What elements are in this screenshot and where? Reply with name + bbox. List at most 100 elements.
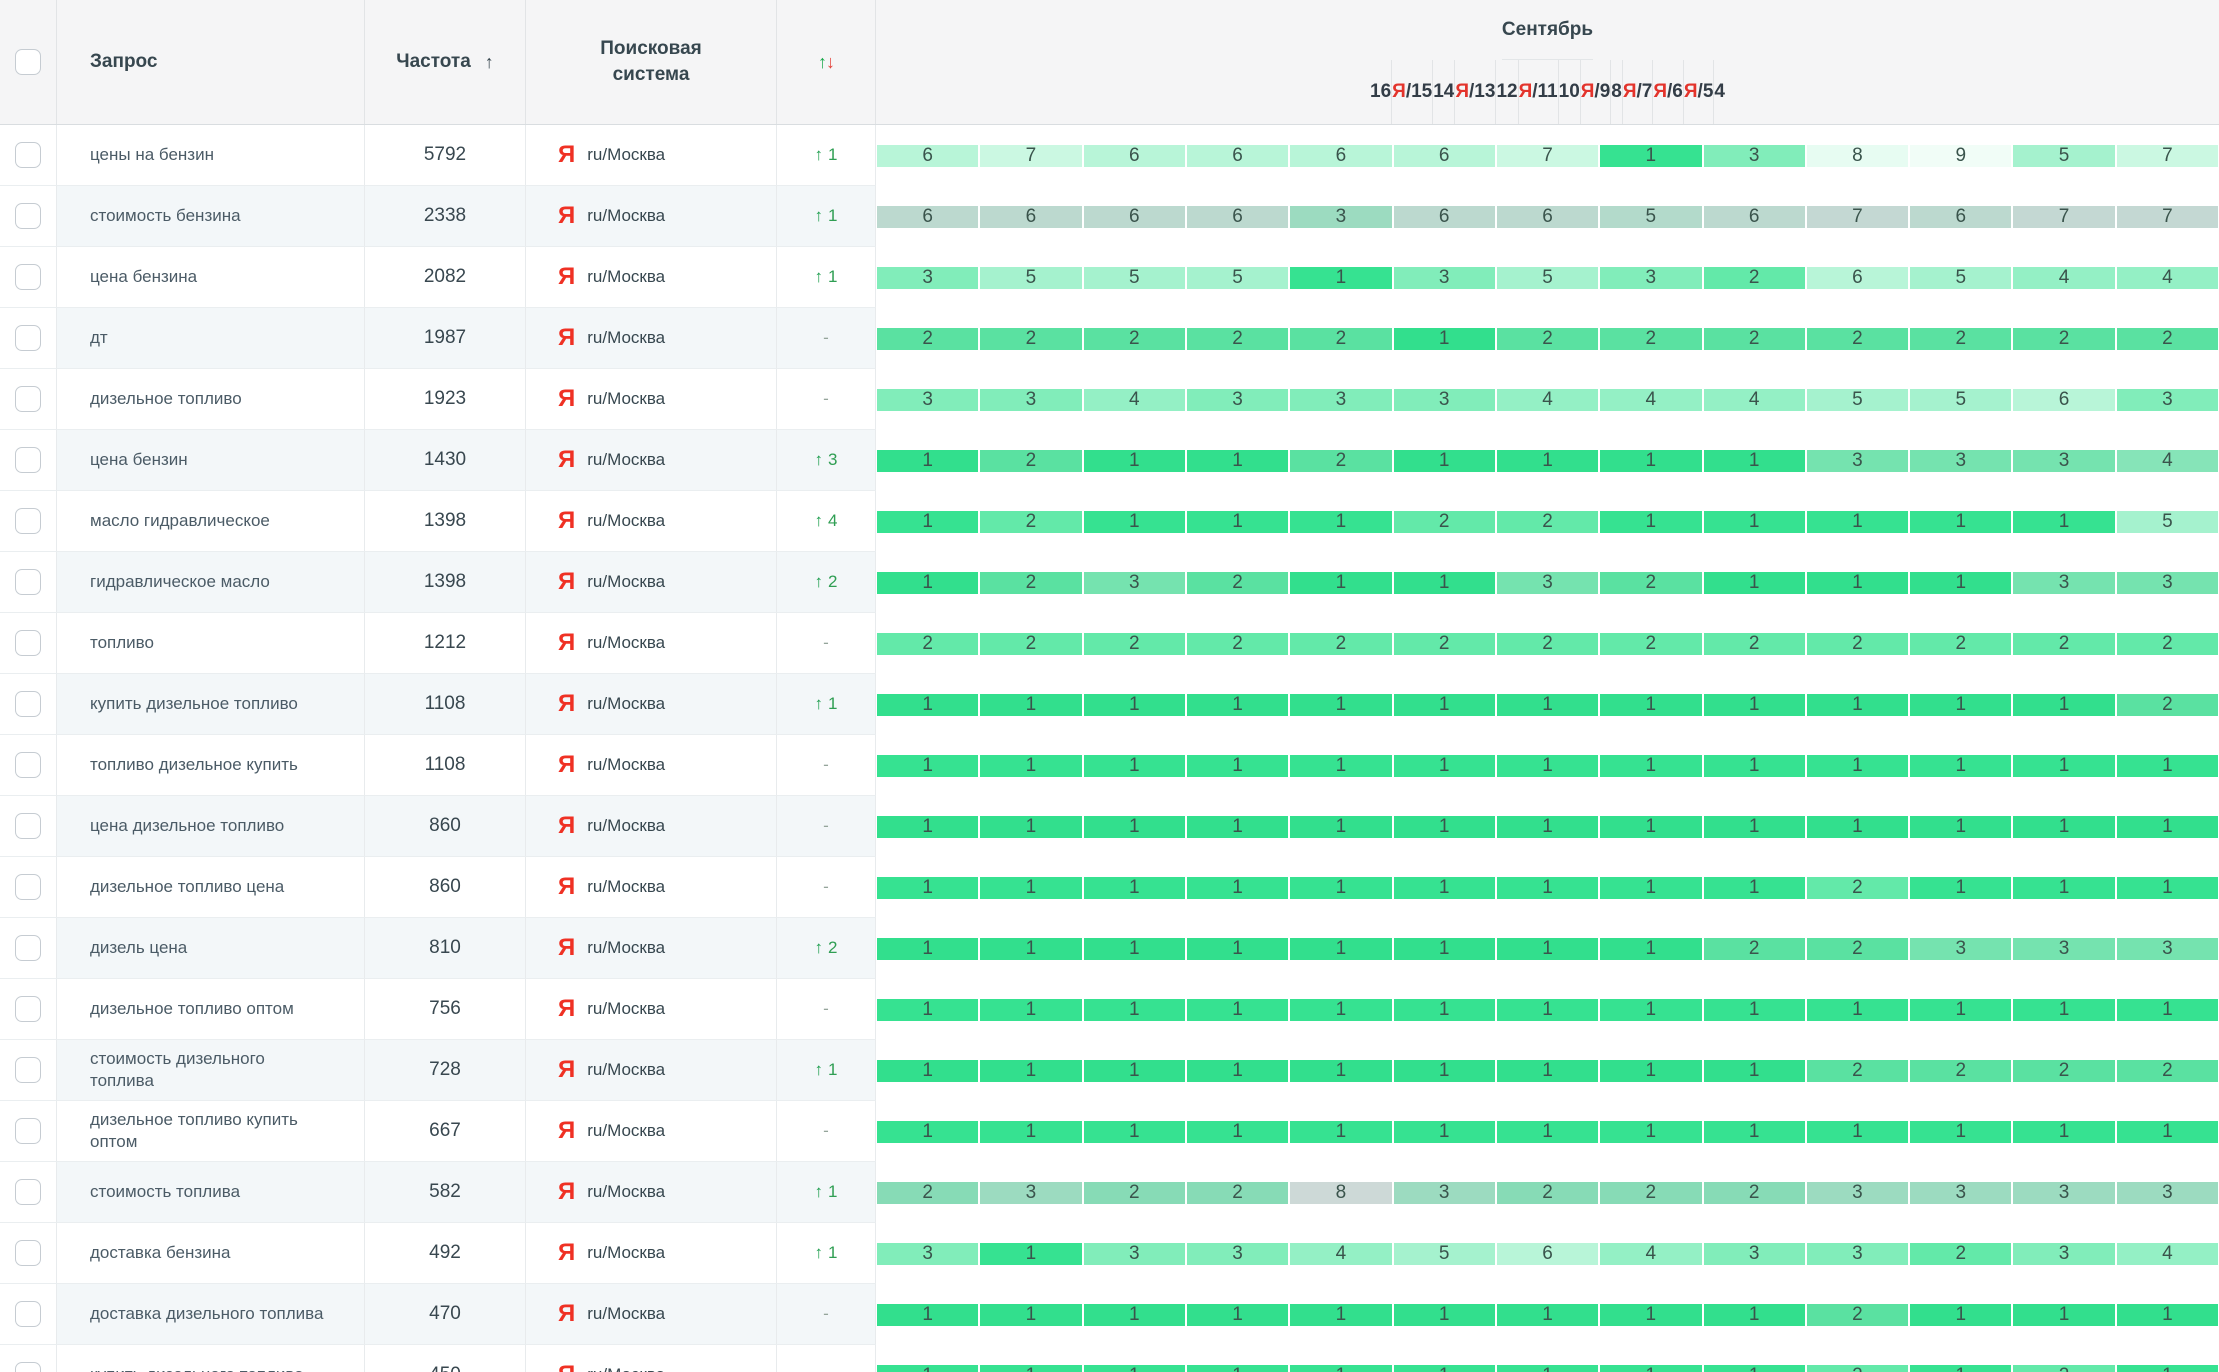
region-label: ru/Москва (587, 267, 665, 287)
row-checkbox[interactable] (15, 203, 41, 229)
rank-change-value: 1 (828, 1243, 837, 1263)
yandex-icon: Я (558, 265, 575, 289)
position-cell: 1 (877, 1060, 978, 1082)
change-cell: - (777, 979, 876, 1040)
position-cell: 1 (1290, 572, 1391, 594)
header-change[interactable]: ↑ ↓ (777, 0, 876, 124)
position-cell: 2 (877, 328, 978, 350)
header-frequency[interactable]: Частота ↑ (365, 0, 526, 124)
position-cell: 1 (1394, 694, 1495, 716)
position-cell: 3 (1394, 267, 1495, 289)
query-text[interactable]: дизель цена (90, 937, 187, 959)
position-cell: 1 (1084, 1365, 1185, 1372)
row-checkbox-cell (0, 552, 57, 613)
row-checkbox[interactable] (15, 264, 41, 290)
query-cell: дт (57, 308, 365, 369)
frequency-cell: 2082 (365, 247, 526, 308)
query-text[interactable]: купить дизельное топливо (90, 693, 298, 715)
position-cell: 3 (1084, 1243, 1185, 1265)
query-text[interactable]: цена дизельное топливо (90, 815, 284, 837)
frequency-cell: 810 (365, 918, 526, 979)
row-checkbox-cell (0, 979, 57, 1040)
rank-change-value: 3 (828, 450, 837, 470)
position-cell: 1 (1187, 1060, 1288, 1082)
sort-ascending-icon[interactable]: ↑ (485, 52, 494, 73)
position-cell: 1 (877, 938, 978, 960)
position-cell: 1 (1394, 572, 1495, 594)
row-checkbox[interactable] (15, 630, 41, 656)
row-checkbox[interactable] (15, 1179, 41, 1205)
row-checkbox[interactable] (15, 386, 41, 412)
row-checkbox[interactable] (15, 752, 41, 778)
yandex-icon: Я (558, 1119, 575, 1143)
query-text[interactable]: дизельное топливо купить оптом (90, 1109, 327, 1153)
no-change-dash: - (823, 877, 829, 897)
position-cell: 1 (1600, 755, 1701, 777)
frequency-column-label: Частота (396, 51, 471, 73)
query-cell: дизель цена (57, 918, 365, 979)
query-text[interactable]: цены на бензин (90, 144, 214, 166)
row-checkbox[interactable] (15, 935, 41, 961)
query-text[interactable]: цена бензина (90, 266, 197, 288)
search-engine-cell: Я ru/Москва (526, 186, 777, 247)
row-checkbox[interactable] (15, 874, 41, 900)
query-text[interactable]: доставка бензина (90, 1242, 230, 1264)
no-change-dash: - (823, 1365, 829, 1372)
row-checkbox[interactable] (15, 447, 41, 473)
position-cell: 1 (980, 1060, 1081, 1082)
query-text[interactable]: дизельное топливо (90, 388, 242, 410)
row-checkbox[interactable] (15, 1057, 41, 1083)
query-text[interactable]: гидравлическое масло (90, 571, 270, 593)
row-checkbox[interactable] (15, 142, 41, 168)
row-checkbox[interactable] (15, 691, 41, 717)
position-cell: 7 (2117, 206, 2218, 228)
position-cell: 1 (2117, 1304, 2218, 1326)
position-cell: 3 (2117, 389, 2218, 411)
row-checkbox[interactable] (15, 1118, 41, 1144)
rank-up-arrow-icon: ↑ (815, 572, 824, 592)
query-text[interactable]: топливо дизельное купить (90, 754, 298, 776)
position-cell: 1 (1394, 938, 1495, 960)
yandex-icon: Я (558, 1302, 575, 1326)
position-cell: 2 (2013, 328, 2114, 350)
region-label: ru/Москва (587, 938, 665, 958)
query-text[interactable]: масло гидравлическое (90, 510, 270, 532)
position-cell: 1 (1807, 755, 1908, 777)
query-text[interactable]: дизельное топливо цена (90, 876, 284, 898)
query-text[interactable]: стоимость топлива (90, 1181, 240, 1203)
position-cell: 1 (1187, 938, 1288, 960)
row-checkbox[interactable] (15, 325, 41, 351)
query-text[interactable]: дт (90, 327, 108, 349)
row-checkbox[interactable] (15, 1240, 41, 1266)
position-cell: 1 (877, 450, 978, 472)
query-text[interactable]: купить дизельного топлива (90, 1364, 304, 1372)
select-all-checkbox[interactable] (15, 49, 41, 75)
arrow-up-icon[interactable]: ↑ (818, 52, 826, 73)
row-checkbox[interactable] (15, 508, 41, 534)
table-row: доставка дизельного топлива 470 Я ru/Мос… (0, 1284, 2219, 1345)
row-checkbox[interactable] (15, 813, 41, 839)
row-checkbox[interactable] (15, 1362, 41, 1372)
row-checkbox-cell (0, 1223, 57, 1284)
row-checkbox[interactable] (15, 996, 41, 1022)
position-cell: 3 (1807, 1182, 1908, 1204)
frequency-cell: 860 (365, 796, 526, 857)
position-cell: 2 (1807, 328, 1908, 350)
position-cell: 1 (2117, 755, 2218, 777)
rank-up-arrow-icon: ↑ (815, 1060, 824, 1080)
change-cell: ↑3 (777, 430, 876, 491)
query-text[interactable]: топливо (90, 632, 154, 654)
row-checkbox[interactable] (15, 569, 41, 595)
date-column-header: Я/11 (1518, 60, 1558, 124)
query-text[interactable]: стоимость дизельного топлива (90, 1048, 327, 1092)
query-text[interactable]: доставка дизельного топлива (90, 1303, 323, 1325)
query-text[interactable]: стоимость бензина (90, 205, 241, 227)
arrow-down-icon[interactable]: ↓ (826, 52, 834, 73)
row-checkbox-cell (0, 308, 57, 369)
query-text[interactable]: цена бензин (90, 449, 188, 471)
query-text[interactable]: дизельное топливо оптом (90, 998, 294, 1020)
row-checkbox[interactable] (15, 1301, 41, 1327)
query-cell: топливо (57, 613, 365, 674)
date-column-header: Я/6 (1652, 60, 1683, 124)
position-cell: 7 (980, 145, 1081, 167)
